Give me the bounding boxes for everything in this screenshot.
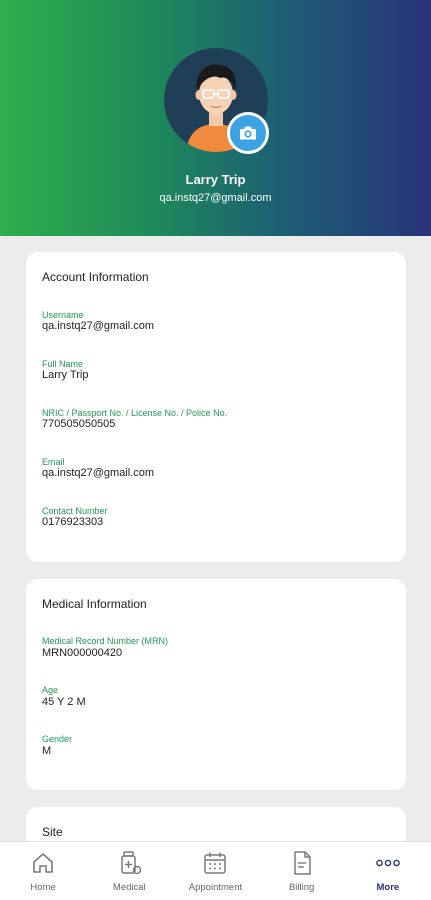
- profile-email: qa.instq27@gmail.com: [159, 192, 272, 204]
- nav-item-home[interactable]: Home: [0, 842, 86, 900]
- email-label: Email: [42, 457, 65, 467]
- gender-value: M: [42, 745, 52, 757]
- username-value: qa.instq27@gmail.com: [42, 320, 155, 332]
- profile-header: Larry Trip qa.instq27@gmail.com: [0, 0, 431, 236]
- nav-item-billing[interactable]: Billing: [259, 842, 345, 900]
- username-label: Username: [42, 310, 84, 320]
- mrn-label: Medical Record Number (MRN): [42, 636, 169, 646]
- bottom-navigation: Home Medical Appointment Billing More: [0, 841, 431, 900]
- medical-information-card: Medical Information Medical Record Numbe…: [26, 579, 406, 790]
- avatar-container: [164, 48, 269, 154]
- card-title: Site: [42, 825, 63, 839]
- profile-name: Larry Trip: [185, 172, 246, 187]
- more-icon: [376, 859, 400, 867]
- change-photo-button[interactable]: [227, 112, 269, 154]
- calendar-icon: [204, 852, 227, 874]
- age-label: Age: [42, 685, 59, 695]
- full-name-label: Full Name: [42, 359, 84, 369]
- gender-label: Gender: [42, 734, 73, 744]
- nav-item-medical[interactable]: Medical: [86, 842, 172, 900]
- id-number-label: NRIC / Passport No. / License No. / Poli…: [42, 408, 228, 418]
- bill-icon: [293, 851, 311, 875]
- nav-label-more: More: [376, 882, 400, 893]
- mrn-value: MRN000000420: [42, 647, 123, 659]
- nav-item-appointment[interactable]: Appointment: [172, 842, 258, 900]
- nav-label-appointment: Appointment: [188, 882, 243, 893]
- contact-number-label: Contact Number: [42, 506, 108, 516]
- nav-label-home: Home: [30, 882, 56, 893]
- nav-label-medical: Medical: [112, 882, 146, 893]
- camera-icon: [240, 126, 256, 140]
- nav-label-billing: Billing: [288, 882, 315, 893]
- nav-item-more[interactable]: More: [345, 842, 431, 900]
- contact-number-value: 0176923303: [42, 516, 104, 528]
- account-information-card: Account Information Username qa.instq27@…: [26, 252, 406, 562]
- card-title: Account Information: [42, 270, 149, 284]
- age-value: 45 Y 2 M: [42, 696, 86, 708]
- email-value: qa.instq27@gmail.com: [42, 467, 155, 479]
- id-number-value: 770505050505: [42, 418, 116, 430]
- card-title: Medical Information: [42, 597, 147, 611]
- home-icon: [33, 853, 53, 873]
- full-name-value: Larry Trip: [42, 369, 89, 381]
- medicine-icon: [121, 851, 142, 875]
